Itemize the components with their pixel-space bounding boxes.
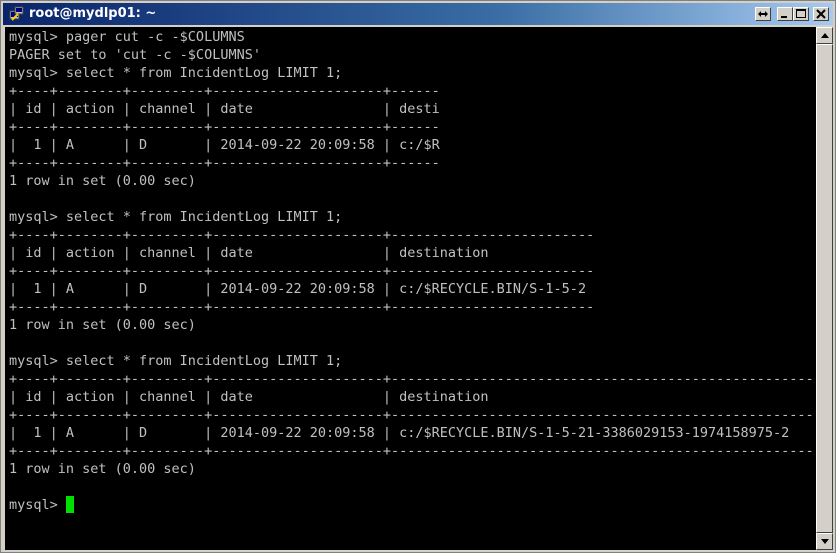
terminal-line: +----+--------+---------+---------------… (9, 371, 816, 387)
window-title: root@mydlp01: ~ (29, 6, 157, 21)
terminal-line: mysql> pager cut -c -$COLUMNS (9, 29, 245, 45)
close-button[interactable] (813, 7, 829, 21)
terminal-line: | id | action | channel | date | desti (9, 101, 440, 117)
minimize-icon (781, 16, 787, 18)
terminal-line: +----+--------+---------+---------------… (9, 263, 595, 279)
fullscreen-arrows-icon (758, 11, 768, 17)
prompt-line: mysql> (9, 496, 816, 514)
maximize-icon (796, 9, 806, 18)
terminal-line: | 1 | A | D | 2014-09-22 20:09:58 | c:/$… (9, 281, 587, 297)
prompt-text: mysql> (9, 497, 66, 513)
terminal-line: +----+--------+---------+---------------… (9, 155, 440, 171)
title-bar[interactable]: root@mydlp01: ~ (3, 3, 833, 25)
terminal-line: mysql> select * from IncidentLog LIMIT 1… (9, 209, 343, 225)
terminal-line: +----+--------+---------+---------------… (9, 443, 816, 459)
terminal-output: mysql> pager cut -c -$COLUMNS PAGER set t… (9, 28, 816, 514)
terminal-window: root@mydlp01: ~ mysql> pager cut -c -$CO… (0, 0, 836, 553)
terminal-line: +----+--------+---------+---------------… (9, 119, 440, 135)
putty-icon[interactable] (9, 6, 25, 22)
terminal-line: 1 row in set (0.00 sec) (9, 461, 196, 477)
terminal-line: | id | action | channel | date | destina… (9, 245, 489, 261)
vertical-scrollbar[interactable] (816, 27, 833, 550)
fullscreen-button[interactable] (755, 7, 771, 21)
arrow-down-icon (821, 539, 829, 544)
terminal-line: | 1 | A | D | 2014-09-22 20:09:58 | c:/$… (9, 425, 790, 441)
minimize-button[interactable] (777, 7, 793, 21)
terminal-line: +----+--------+---------+---------------… (9, 227, 595, 243)
terminal-line: +----+--------+---------+---------------… (9, 299, 595, 315)
terminal-line: PAGER set to 'cut -c -$COLUMNS' (9, 47, 261, 63)
terminal-screen[interactable]: mysql> pager cut -c -$COLUMNS PAGER set t… (5, 27, 816, 550)
terminal-line: mysql> select * from IncidentLog LIMIT 1… (9, 353, 343, 369)
terminal-line: +----+--------+---------+---------------… (9, 407, 816, 423)
terminal-line: 1 row in set (0.00 sec) (9, 173, 196, 189)
arrow-up-icon (821, 33, 829, 38)
scroll-up-button[interactable] (816, 27, 833, 44)
terminal-line: 1 row in set (0.00 sec) (9, 317, 196, 333)
close-icon (816, 9, 826, 19)
terminal-line: +----+--------+---------+---------------… (9, 83, 440, 99)
terminal-line: mysql> select * from IncidentLog LIMIT 1… (9, 65, 343, 81)
terminal-line: | 1 | A | D | 2014-09-22 20:09:58 | c:/$… (9, 137, 440, 153)
scroll-thumb[interactable] (816, 44, 833, 533)
scroll-down-button[interactable] (816, 533, 833, 550)
maximize-button[interactable] (793, 7, 809, 21)
text-cursor (65, 496, 74, 513)
terminal-line: | id | action | channel | date | destina… (9, 389, 489, 405)
